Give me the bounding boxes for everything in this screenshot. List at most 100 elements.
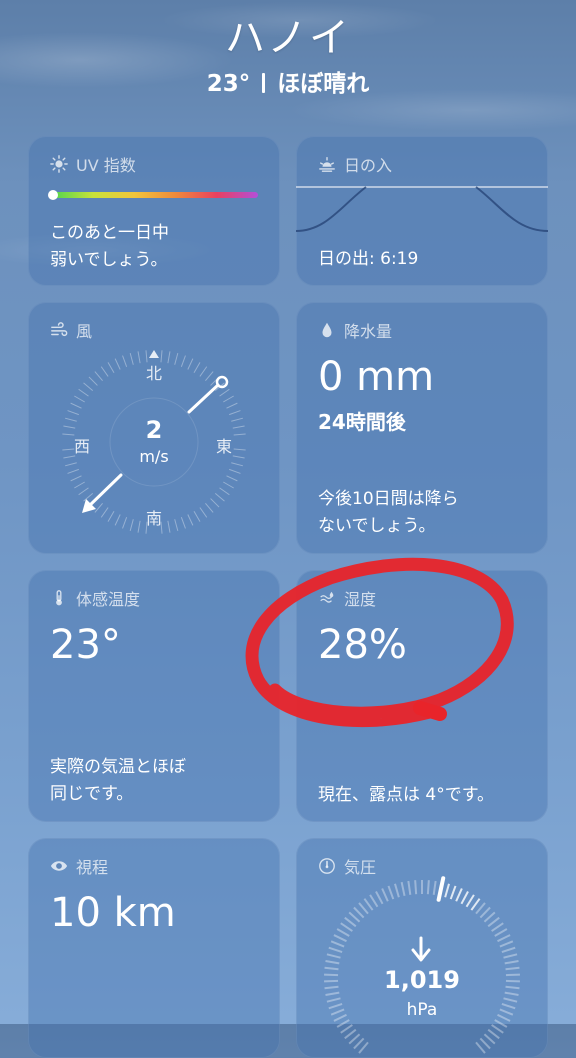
gauge-tick (376, 891, 383, 903)
gauge-tick (325, 961, 339, 963)
gauge-tick (467, 895, 474, 907)
location-header: ハノイ 23° ほぼ晴れ (0, 14, 576, 98)
feels-like-description: 実際の気温とほぼ 同じです。 (50, 754, 186, 808)
compass-tick (215, 493, 224, 501)
gauge-tick (341, 1025, 353, 1033)
current-temp: 23° (207, 71, 251, 97)
precipitation-period: 24時間後 (318, 406, 406, 435)
gauge-tick (471, 899, 479, 910)
gauge-tick (500, 941, 513, 946)
gauge-tick (492, 923, 504, 931)
wind-unit: m/s (28, 447, 280, 466)
gauge-tick (480, 1038, 490, 1048)
gauge-tick (341, 923, 353, 931)
gauge-tick (382, 888, 388, 901)
sunrise-time: 日の出: 6:19 (318, 246, 418, 273)
sunset-title: 日の入 (344, 152, 392, 176)
compass-tick (68, 469, 79, 473)
compass-tick (138, 521, 140, 533)
compass-tick (227, 403, 238, 408)
separator (262, 73, 265, 93)
gauge-tick (451, 886, 456, 899)
gauge-tick (349, 1034, 359, 1043)
compass-tick (84, 383, 93, 391)
sunset-card[interactable]: 日の入 日の出: 6:19 (296, 136, 548, 286)
rain-desc-line1: 今後10日間は降ら (318, 486, 459, 513)
gauge-tick (408, 881, 410, 895)
gauge-tick (505, 961, 519, 963)
gauge-tick (370, 895, 377, 907)
feels-like-card[interactable]: 体感温度 23° 実際の気温とほぼ 同じです。 (28, 570, 280, 822)
feels-like-title: 体感温度 (76, 586, 140, 610)
compass-tick (74, 482, 84, 488)
compass-tick (74, 396, 84, 402)
city-name: ハノイ (0, 14, 576, 62)
gauge-marker (439, 878, 444, 900)
precipitation-amount: 0 mm (318, 354, 434, 400)
gauge-tick (434, 881, 436, 895)
uv-desc-line2: 弱いでしょう。 (50, 247, 169, 274)
compass-tick (175, 519, 178, 531)
compass-tick (205, 503, 213, 512)
uv-scale-bar (52, 192, 258, 198)
compass-tick (71, 476, 82, 481)
uv-desc-line1: このあと一日中 (50, 220, 169, 247)
feels-like-value: 23° (50, 622, 121, 668)
compass-tick (71, 403, 82, 408)
compass-tick (211, 499, 219, 507)
gauge-tick (337, 929, 349, 936)
pressure-gauge (296, 838, 548, 1058)
pressure-value: 1,019 (296, 966, 548, 994)
compass-tick (130, 353, 133, 365)
gauge-tick (497, 935, 510, 941)
sun-icon (50, 155, 68, 173)
compass-north: 北 (146, 360, 162, 384)
gauge-tick (354, 908, 364, 918)
gauge-tick (502, 948, 515, 952)
compass-south: 南 (146, 505, 162, 529)
gauge-tick (364, 899, 372, 910)
eye-icon (50, 857, 68, 875)
precipitation-card[interactable]: 降水量 0 mm 24時間後 今後10日間は降ら ないでしょう。 (296, 302, 548, 554)
compass-tick (227, 476, 238, 481)
compass-tick (188, 515, 193, 526)
compass-tick (108, 511, 114, 521)
precipitation-title: 降水量 (344, 318, 392, 342)
compass-tick (101, 508, 108, 518)
gauge-tick (492, 1025, 504, 1033)
uv-index-card[interactable]: UV 指数 このあと一日中 弱いでしょう。 (28, 136, 280, 286)
gauge-tick (331, 941, 344, 946)
pressure-card[interactable]: 気圧 1,019 hPa (296, 838, 548, 1058)
feels-desc-line2: 同じです。 (50, 781, 186, 808)
precipitation-description: 今後10日間は降ら ないでしょう。 (318, 486, 459, 540)
thermometer-icon (50, 589, 68, 607)
current-condition: ほぼ晴れ (277, 71, 369, 97)
gauge-tick (334, 935, 347, 941)
humidity-card-header: 湿度 (318, 586, 376, 610)
visibility-card-header: 視程 (50, 854, 108, 878)
humidity-title: 湿度 (344, 586, 376, 610)
visibility-card[interactable]: 視程 10 km (28, 838, 280, 1058)
compass-tick (95, 372, 103, 381)
uv-card-header: UV 指数 (50, 152, 136, 176)
gauge-tick (354, 1038, 364, 1048)
sunset-icon (318, 155, 336, 173)
compass-tick (168, 521, 170, 533)
humidity-card[interactable]: 湿度 28% 現在、露点は 4°です。 (296, 570, 548, 822)
gauge-tick (495, 929, 507, 936)
gauge-tick (388, 886, 393, 899)
compass-tick (101, 367, 108, 377)
compass-tick (115, 359, 120, 370)
compass-tick (229, 469, 240, 473)
gauge-tick (456, 888, 462, 901)
sun-path-graph (296, 176, 548, 236)
wind-card[interactable]: 風 北 南 東 西 2 m/s (28, 302, 280, 554)
precipitation-card-header: 降水量 (318, 318, 392, 342)
compass-tick (84, 493, 93, 501)
gauge-tick (488, 1030, 499, 1039)
gauge-tick (327, 954, 341, 957)
feels-like-card-header: 体感温度 (50, 586, 140, 610)
gauge-tick (504, 954, 518, 957)
raindrop-icon (318, 321, 336, 339)
feels-desc-line1: 実際の気温とほぼ (50, 754, 186, 781)
